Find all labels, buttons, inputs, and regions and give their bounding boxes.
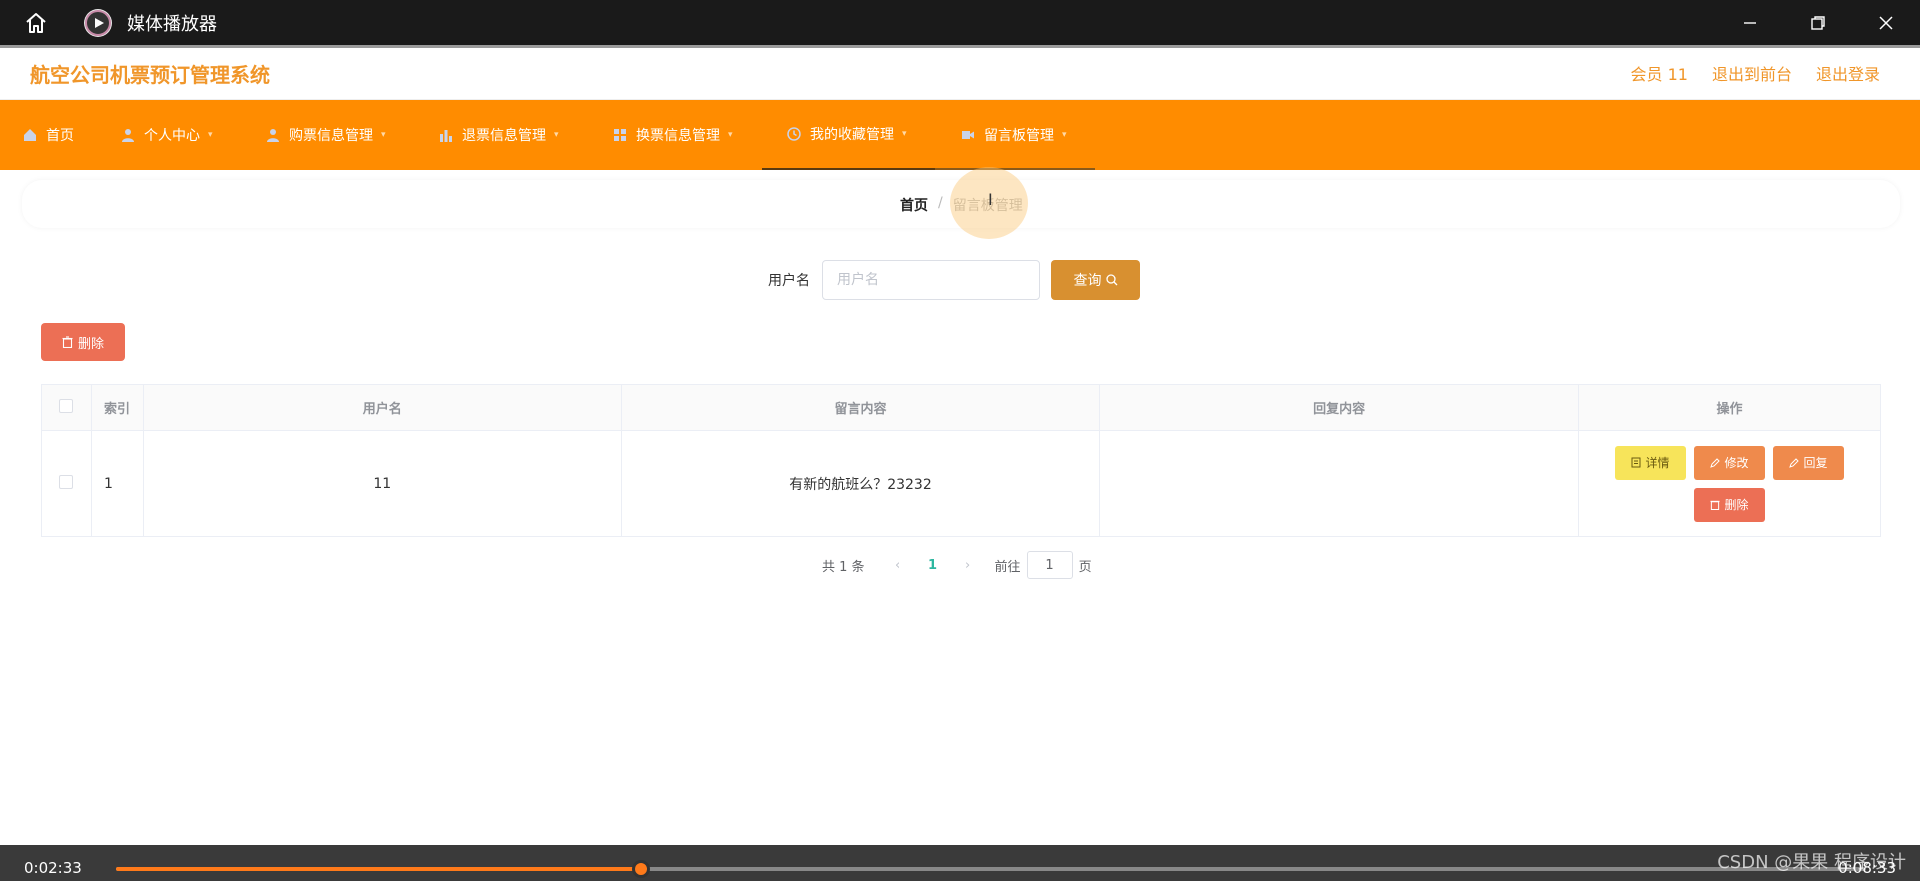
chevron-down-icon: ▾ (208, 130, 213, 140)
nav-item-refund[interactable]: 退票信息管理 ▾ (438, 100, 559, 170)
reply-button[interactable]: 回复 (1773, 445, 1844, 480)
document-icon (1631, 457, 1641, 468)
chevron-down-icon: ▾ (1062, 130, 1067, 140)
goto-label: 前往 (994, 559, 1021, 575)
nav-item-label: 留言板管理 (984, 128, 1054, 144)
user-icon (265, 127, 281, 143)
detail-button-label: 详情 (1645, 456, 1670, 470)
main-nav: 首页 个人中心 ▾ 购票信息管理 ▾ 退票信息管理 ▾ 换票信息管理 ▾ 我的收… (0, 100, 1920, 170)
row-select-cell (41, 430, 92, 537)
message-table: 索引 用户名 留言内容 回复内容 操作 1 11 有新的航班么？23232 详情 (41, 384, 1881, 537)
edit-button[interactable]: 修改 (1694, 445, 1765, 480)
playback-bar: 0:02:33 0:08:33 (0, 845, 1920, 881)
row-checkbox[interactable] (59, 474, 74, 489)
query-button[interactable]: 查询 (1051, 260, 1140, 300)
cell-username: 11 (143, 430, 622, 537)
brand-title: 航空公司机票预订管理系统 (30, 63, 270, 87)
batch-delete-label: 删除 (77, 336, 104, 352)
row-delete-label: 删除 (1724, 498, 1749, 512)
nav-item-exchange[interactable]: 换票信息管理 ▾ (612, 100, 733, 170)
detail-button[interactable]: 详情 (1615, 445, 1686, 480)
home-icon (22, 127, 38, 143)
column-header-username: 用户名 (143, 384, 622, 431)
home-icon[interactable] (18, 5, 54, 41)
cell-index: 1 (91, 430, 144, 537)
table-row: 1 11 有新的航班么？23232 详情 修改 回复 删除 (41, 430, 1881, 537)
breadcrumb-separator: / (938, 195, 943, 211)
minimize-icon[interactable] (1716, 0, 1784, 45)
nav-item-personal-center[interactable]: 个人中心 ▾ (120, 100, 213, 170)
play-app-icon (84, 8, 112, 37)
seek-bar[interactable] (116, 860, 1866, 878)
pagination-total: 共 1 条 (822, 559, 865, 575)
nav-item-label: 换票信息管理 (636, 128, 720, 144)
nav-item-favorites[interactable]: 我的收藏管理 ▾ (762, 100, 935, 170)
chevron-down-icon: ▾ (728, 130, 733, 140)
pagination: 共 1 条 ‹ 1 › 前往 页 (822, 551, 1092, 579)
page-number-current[interactable]: 1 (913, 558, 953, 573)
trash-icon (62, 336, 73, 348)
search-bar: 用户名 查询 (768, 260, 1140, 300)
member-link[interactable]: 会员 11 (1631, 61, 1688, 85)
nav-item-label: 我的收藏管理 (810, 127, 894, 143)
cell-reply (1099, 430, 1579, 537)
nav-hover-underline (935, 168, 1095, 170)
select-all-checkbox[interactable] (59, 398, 74, 413)
table-header-row: 索引 用户名 留言内容 回复内容 操作 (41, 384, 1881, 431)
trash-icon (1710, 500, 1721, 510)
grid-icon (612, 127, 628, 143)
video-icon (960, 127, 976, 143)
search-icon (1105, 274, 1117, 286)
breadcrumb-home[interactable]: 首页 (900, 195, 928, 215)
app-title: 媒体播放器 (127, 13, 217, 35)
chevron-down-icon: ▾ (381, 130, 386, 140)
nav-item-purchase[interactable]: 购票信息管理 ▾ (265, 100, 386, 170)
next-page-icon[interactable]: › (953, 558, 983, 573)
query-button-label: 查询 (1073, 273, 1102, 289)
nav-item-label: 个人中心 (144, 128, 200, 144)
seek-progress (116, 867, 641, 871)
cell-actions: 详情 修改 回复 删除 (1578, 430, 1881, 537)
batch-delete-button[interactable]: 删除 (41, 323, 125, 361)
select-all-cell (41, 384, 92, 431)
watermark: CSDN @果果 程序设计 (1717, 852, 1906, 873)
cell-message: 有新的航班么？23232 (621, 430, 1101, 537)
reply-button-label: 回复 (1803, 456, 1828, 470)
search-label: 用户名 (768, 273, 810, 289)
row-delete-button[interactable]: 删除 (1694, 487, 1765, 522)
goto-page-input[interactable] (1026, 551, 1073, 579)
user-icon (120, 127, 136, 143)
column-header-index: 索引 (91, 384, 144, 431)
page-suffix: 页 (1078, 559, 1092, 575)
nav-item-message-board[interactable]: 留言板管理 ▾ (960, 100, 1067, 170)
chevron-down-icon: ▾ (554, 130, 559, 140)
clock-icon (786, 126, 802, 142)
username-search-input[interactable] (822, 260, 1040, 300)
current-time: 0:02:33 (24, 859, 82, 877)
nav-item-label: 首页 (46, 128, 74, 144)
close-icon[interactable] (1852, 0, 1920, 45)
app-header: 航空公司机票预订管理系统 会员 11 退出到前台 退出登录 (0, 48, 1920, 100)
edit-icon (1789, 457, 1800, 468)
prev-page-icon[interactable]: ‹ (883, 558, 913, 573)
bar-chart-icon (438, 127, 454, 143)
column-header-actions: 操作 (1578, 384, 1881, 431)
nav-item-label: 购票信息管理 (289, 128, 373, 144)
edit-button-label: 修改 (1724, 456, 1749, 470)
column-header-message: 留言内容 (621, 384, 1101, 431)
nav-item-home[interactable]: 首页 (22, 100, 74, 170)
nav-item-label: 退票信息管理 (462, 128, 546, 144)
media-player-titlebar: 媒体播放器 (0, 0, 1920, 45)
exit-to-front-link[interactable]: 退出到前台 (1712, 61, 1792, 85)
restore-icon[interactable] (1784, 0, 1852, 45)
column-header-reply: 回复内容 (1099, 384, 1579, 431)
text-cursor-icon: I (988, 190, 993, 209)
seek-handle[interactable] (632, 860, 650, 878)
edit-icon (1710, 457, 1721, 468)
chevron-down-icon: ▾ (902, 129, 907, 139)
logout-link[interactable]: 退出登录 (1816, 61, 1880, 85)
